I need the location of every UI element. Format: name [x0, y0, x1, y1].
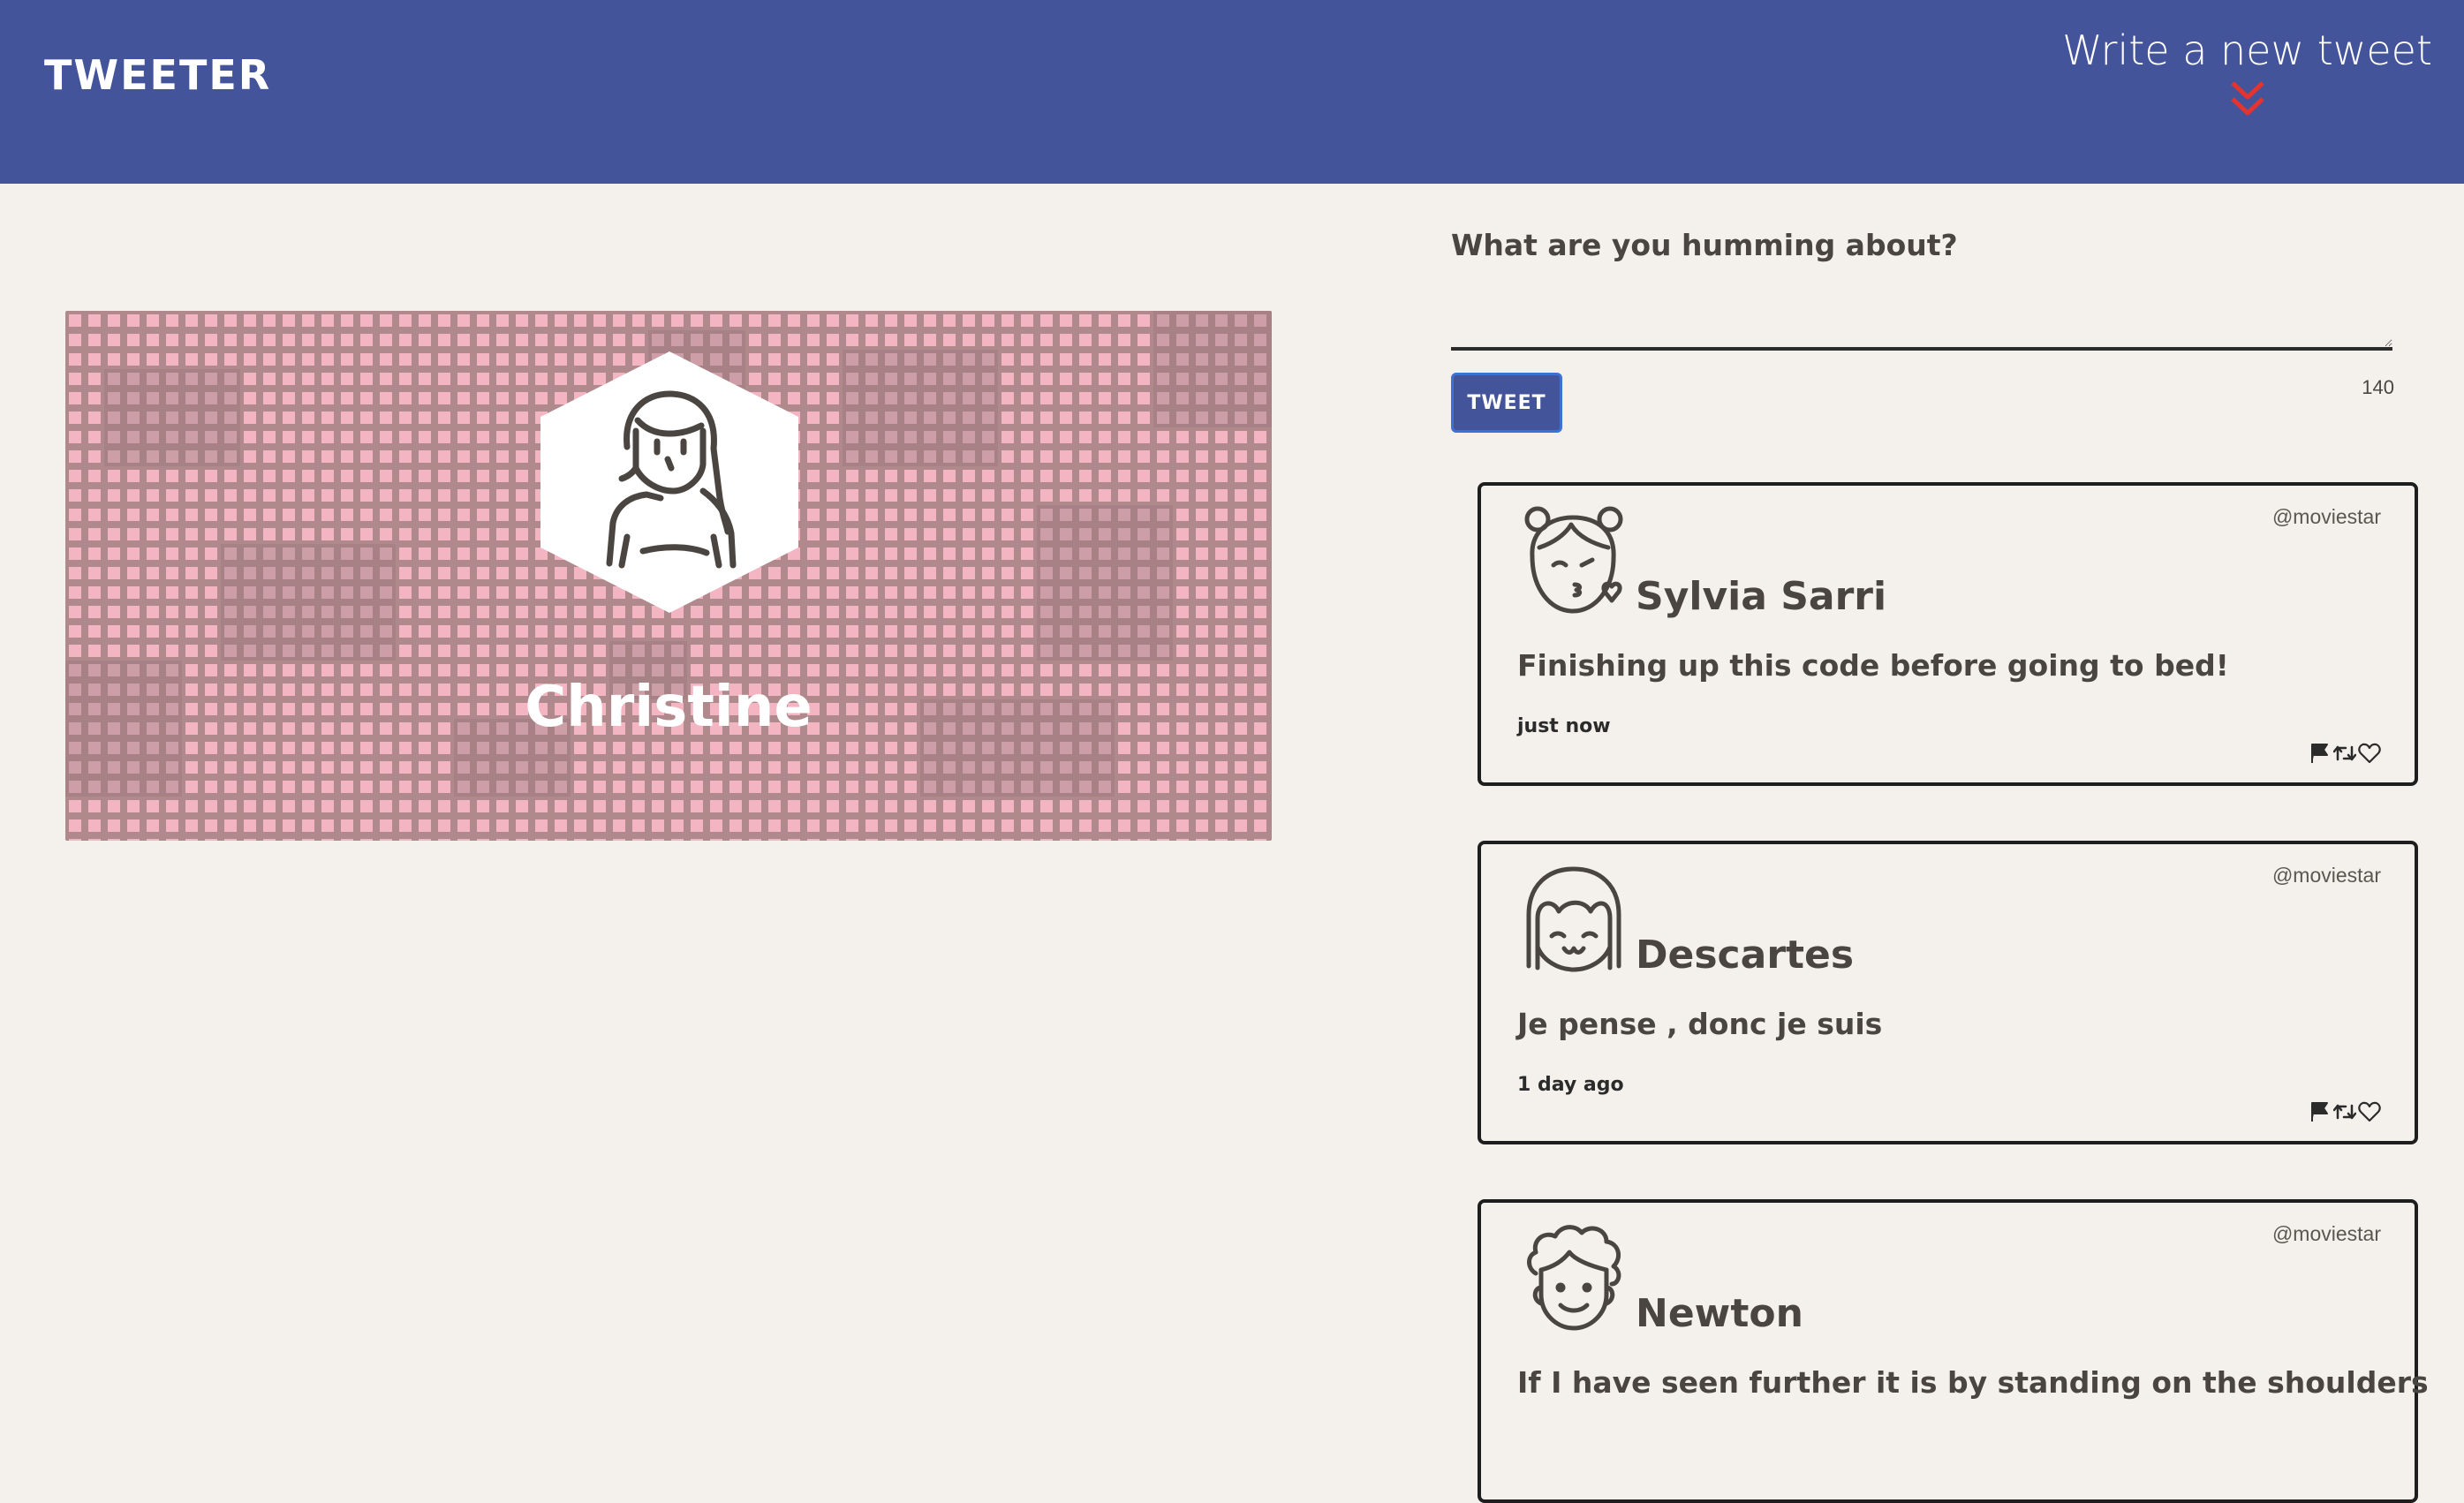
tweet-author-name: Descartes: [1636, 933, 1855, 978]
brand-logo[interactable]: TWEETER: [44, 51, 271, 99]
girl-blowing-kiss-icon: [1524, 506, 1623, 614]
girl-bangs-smiling-icon: [1526, 866, 1621, 972]
tweet-actions: [2309, 1100, 2381, 1123]
write-new-tweet-label: Write a new tweet: [2062, 26, 2432, 74]
tweet-submit-button[interactable]: TWEET: [1451, 373, 1562, 433]
compose-prompt: What are you humming about?: [1451, 228, 1958, 262]
profile-name: Christine: [525, 675, 813, 740]
tweet-card: Newton @moviestar If I have seen further…: [1478, 1199, 2429, 1503]
tweet-timestamp: just now: [1517, 715, 1611, 737]
flag-icon[interactable]: [2309, 1100, 2332, 1123]
tweet-author-handle[interactable]: @moviestar: [2272, 864, 2381, 887]
heart-icon[interactable]: [2358, 742, 2381, 765]
tweet-card: Descartes @moviestar Je pense , donc je …: [1478, 841, 2418, 1144]
tweet-content: Finishing up this code before going to b…: [1517, 648, 2229, 683]
profile-card: Christine: [65, 311, 1272, 841]
tweet-card: Sylvia Sarri @moviestar Finishing up thi…: [1478, 482, 2418, 786]
tweet-author-name: Sylvia Sarri: [1636, 574, 1887, 619]
tweet-content: If I have seen further it is by standing…: [1517, 1365, 2429, 1400]
retweet-icon[interactable]: [2332, 1100, 2357, 1123]
write-new-tweet-button[interactable]: Write a new tweet: [2062, 26, 2432, 118]
profile-avatar[interactable]: [539, 350, 800, 615]
tweet-actions: [2309, 742, 2381, 765]
retweet-icon[interactable]: [2332, 742, 2357, 765]
char-counter: 140: [2362, 376, 2394, 398]
double-chevron-down-icon: [2230, 81, 2264, 116]
flag-icon[interactable]: [2309, 742, 2332, 765]
compose-tweet-form: What are you humming about? TWEET 140: [1451, 228, 2394, 433]
tweet-author-handle[interactable]: @moviestar: [2272, 505, 2381, 529]
tweet-text-input[interactable]: [1451, 287, 2392, 351]
top-navbar: TWEETER Write a new tweet: [0, 0, 2464, 184]
curly-hair-man-icon: [1527, 1225, 1621, 1331]
tweet-author-name: Newton: [1636, 1291, 1803, 1336]
tweet-content: Je pense , donc je suis: [1517, 1007, 1883, 1041]
tweet-author-handle[interactable]: @moviestar: [2272, 1222, 2381, 1246]
heart-icon[interactable]: [2358, 1100, 2381, 1123]
tweet-timestamp: 1 day ago: [1517, 1074, 1624, 1096]
